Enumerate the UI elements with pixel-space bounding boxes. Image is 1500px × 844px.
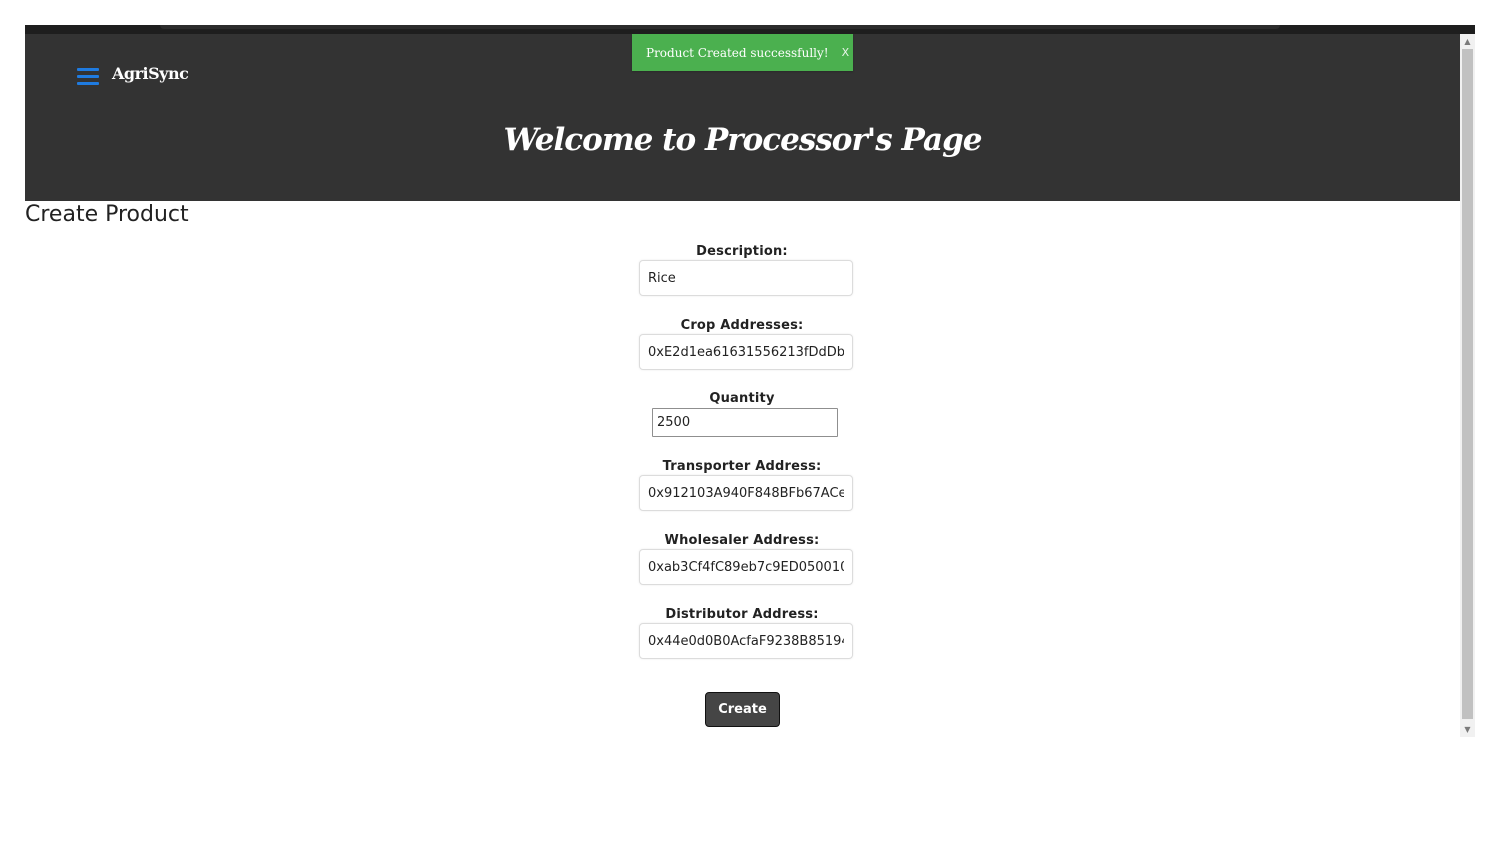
scroll-down-icon[interactable]: ▼ — [1460, 722, 1475, 737]
vertical-scrollbar[interactable]: ▲ ▼ — [1460, 34, 1475, 737]
crop-addresses-input[interactable] — [639, 334, 853, 370]
transporter-address-label: Transporter Address: — [662, 459, 822, 474]
wholesaler-address-label: Wholesaler Address: — [664, 533, 820, 548]
browser-top-strip — [25, 25, 1475, 34]
quantity-input[interactable] — [652, 408, 838, 437]
distributor-address-input[interactable] — [639, 623, 853, 659]
wholesaler-address-input[interactable] — [639, 549, 853, 585]
quantity-label: Quantity — [709, 391, 775, 406]
crop-addresses-label: Crop Addresses: — [680, 318, 804, 333]
success-toast: Product Created successfully! X — [632, 34, 853, 71]
page-viewport: AgriSync Welcome to Processor's Page Pro… — [25, 34, 1475, 737]
page-title: Create Product — [25, 202, 189, 227]
welcome-title: Welcome to Processor's Page — [503, 122, 983, 158]
description-input[interactable] — [639, 260, 853, 296]
scroll-up-icon[interactable]: ▲ — [1460, 34, 1475, 49]
browser-address-strip — [160, 25, 1280, 29]
brand-logo[interactable]: AgriSync — [112, 64, 189, 83]
toast-message: Product Created successfully! — [646, 45, 829, 60]
toast-close-button[interactable]: X — [842, 46, 850, 59]
description-label: Description: — [696, 244, 788, 259]
hamburger-icon[interactable] — [77, 68, 99, 86]
distributor-address-label: Distributor Address: — [665, 607, 819, 622]
create-button[interactable]: Create — [705, 692, 780, 727]
scrollbar-thumb[interactable] — [1462, 49, 1473, 719]
transporter-address-input[interactable] — [639, 475, 853, 511]
